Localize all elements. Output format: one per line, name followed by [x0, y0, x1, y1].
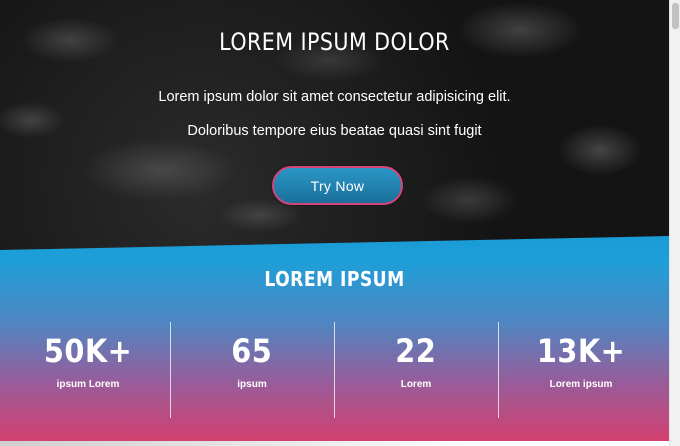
stat-value: 13K+	[536, 332, 626, 370]
stat-label: ipsum	[237, 379, 267, 390]
stats-title: LOREM IPSUM	[264, 267, 405, 291]
stat-item: 22 Lorem	[334, 332, 498, 390]
stat-label: Lorem ipsum	[549, 379, 613, 390]
stats-section: LOREM IPSUM 50K+ ipsum Lorem 65 ipsum 22…	[0, 236, 669, 442]
page: LOREM IPSUM DOLOR Lorem ipsum dolor sit …	[0, 0, 680, 446]
page-bottom-edge	[0, 441, 669, 446]
stat-value: 50K+	[43, 332, 133, 370]
try-now-button[interactable]: Try Now	[272, 166, 403, 205]
stat-item: 50K+ ipsum Lorem	[6, 332, 170, 390]
vertical-scrollbar[interactable]	[669, 0, 680, 446]
stat-item: 13K+ Lorem ipsum	[499, 332, 663, 390]
hero-text-line-1: Lorem ipsum dolor sit amet consectetur a…	[158, 89, 511, 105]
hero-title: LOREM IPSUM DOLOR	[219, 28, 450, 56]
scrollbar-thumb[interactable]	[672, 3, 679, 29]
stat-label: ipsum Lorem	[56, 379, 120, 390]
hero-text-line-2: Doloribus tempore eius beatae quasi sint…	[187, 123, 482, 139]
stat-label: Lorem	[400, 379, 432, 390]
stat-value: 22	[395, 332, 437, 370]
hero-section: LOREM IPSUM DOLOR Lorem ipsum dolor sit …	[0, 0, 669, 262]
stat-item: 65 ipsum	[170, 332, 334, 390]
stat-value: 65	[231, 332, 273, 370]
